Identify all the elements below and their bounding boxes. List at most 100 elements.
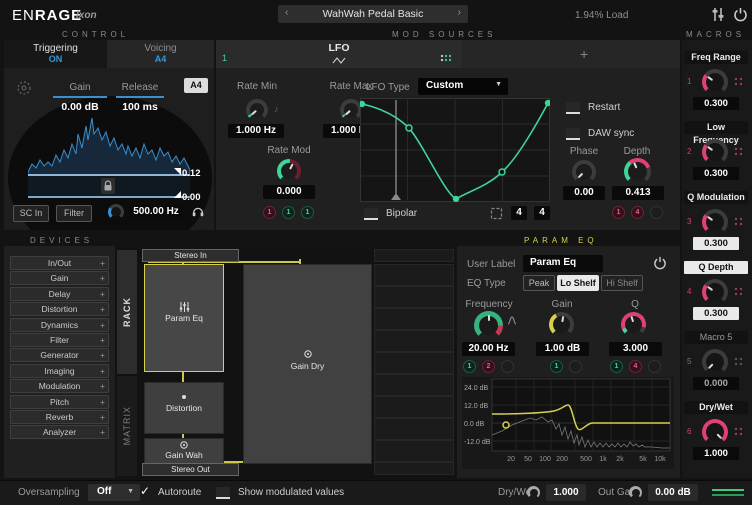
macro-1-assign-icon[interactable] — [734, 77, 743, 86]
preset-selector[interactable]: ‹ WahWah Pedal Basic › — [278, 5, 468, 23]
eq-gain-value[interactable]: 1.00 dB — [536, 342, 589, 356]
device-dynamics[interactable]: Dynamics+ — [10, 318, 109, 332]
rate-mod-badge-2[interactable]: 1 — [282, 206, 295, 219]
daw-sync-checkbox[interactable] — [566, 128, 580, 140]
release-slider[interactable] — [116, 96, 164, 98]
macro-3-value[interactable]: 0.300 — [693, 237, 739, 250]
footer-dry-wet-knob[interactable] — [527, 486, 540, 499]
phase-knob[interactable] — [572, 160, 596, 184]
range-low-line[interactable] — [28, 196, 190, 198]
macro-4-label[interactable]: Q Depth — [684, 261, 748, 274]
add-device-icon[interactable]: + — [100, 365, 105, 377]
depth-badge-2[interactable]: 4 — [631, 206, 644, 219]
device-distortion[interactable]: Distortion+ — [10, 302, 109, 316]
add-device-icon[interactable]: + — [100, 288, 105, 300]
macro-1-knob[interactable] — [702, 69, 728, 95]
frequency-badge-2[interactable]: 2 — [482, 360, 495, 373]
rate-max-knob[interactable] — [340, 99, 362, 121]
frequency-value[interactable]: 20.00 Hz — [462, 342, 515, 356]
rate-min-sync-icon[interactable]: ♪ — [274, 104, 279, 114]
power-icon[interactable] — [733, 7, 748, 22]
add-device-icon[interactable]: + — [100, 411, 105, 423]
preset-next-icon[interactable]: › — [458, 7, 461, 18]
eq-gain-badge-1[interactable]: 1 — [550, 360, 563, 373]
add-device-icon[interactable]: + — [100, 380, 105, 392]
device-modulation[interactable]: Modulation+ — [10, 379, 109, 393]
gain-slider[interactable] — [53, 96, 107, 98]
rack-grid-cell[interactable] — [374, 462, 454, 475]
lfo-curve-editor[interactable] — [360, 98, 550, 202]
tab-lfo[interactable]: 1 LFO — [216, 40, 462, 68]
rate-mod-badge-1[interactable]: 1 — [263, 206, 276, 219]
knob-settings-icon[interactable] — [16, 80, 32, 96]
eq-type-peak-button[interactable]: Peak — [523, 275, 555, 291]
param-eq-node[interactable]: Param Eq — [144, 264, 224, 372]
add-device-icon[interactable]: + — [100, 396, 105, 408]
distortion-node[interactable]: Distortion — [144, 382, 224, 434]
lfo-type-dropdown[interactable]: Custom ▼ — [418, 78, 508, 95]
add-device-icon[interactable]: + — [100, 349, 105, 361]
rack-grid-cell[interactable] — [374, 418, 454, 440]
rack-grid-cell[interactable] — [374, 264, 454, 286]
frequency-badge-1[interactable]: 1 — [463, 360, 476, 373]
macro-5-value[interactable]: 0.000 — [693, 377, 739, 390]
macro-6-knob[interactable] — [702, 419, 728, 445]
device-analyzer[interactable]: Analyzer+ — [10, 425, 109, 439]
note-button[interactable]: A4 — [184, 78, 208, 93]
device-in-out[interactable]: In/Out+ — [10, 256, 109, 270]
depth-badge-3[interactable] — [650, 206, 663, 219]
grid-y-value[interactable]: 4 — [534, 206, 550, 220]
out-gain-value[interactable]: 0.00 dB — [648, 484, 698, 501]
range-low-value[interactable]: 0.00 — [182, 192, 210, 203]
snap-grid-icon[interactable] — [490, 207, 503, 220]
lock-icon[interactable] — [101, 178, 115, 194]
autoroute-checkbox[interactable]: ✓ — [140, 484, 150, 498]
add-device-icon[interactable]: + — [100, 257, 105, 269]
q-badge-2[interactable]: 4 — [629, 360, 642, 373]
device-generator[interactable]: Generator+ — [10, 348, 109, 362]
device-pitch[interactable]: Pitch+ — [10, 395, 109, 409]
rack-grid-cell[interactable] — [374, 396, 454, 418]
device-delay[interactable]: Delay+ — [10, 287, 109, 301]
range-high-handle[interactable] — [174, 168, 181, 175]
macro-5-assign-icon[interactable] — [734, 357, 743, 366]
eq-gain-knob[interactable] — [549, 312, 574, 337]
macro-5-knob[interactable] — [702, 349, 728, 375]
macro-3-assign-icon[interactable] — [734, 217, 743, 226]
eq-type-hi-shelf-button[interactable]: Hi Shelf — [601, 275, 643, 291]
footer-dry-wet-value[interactable]: 1.000 — [546, 484, 586, 501]
oversampling-dropdown[interactable]: Off ▼ — [88, 484, 140, 501]
show-modulated-checkbox[interactable] — [216, 487, 230, 499]
filter-frequency-value[interactable]: 500.00 Hz — [130, 205, 182, 219]
macro-4-knob[interactable] — [702, 279, 728, 305]
depth-knob[interactable] — [624, 158, 651, 185]
sc-in-button[interactable]: SC In — [13, 205, 49, 222]
stereo-in-node[interactable]: Stereo In — [142, 249, 239, 262]
grid-x-value[interactable]: 4 — [511, 206, 527, 220]
out-gain-knob[interactable] — [629, 486, 642, 499]
macro-5-label[interactable]: Macro 5 — [684, 331, 748, 344]
depth-badge-1[interactable]: 1 — [612, 206, 625, 219]
tab-rack[interactable]: RACK — [117, 250, 137, 374]
device-gain[interactable]: Gain+ — [10, 271, 109, 285]
rack-grid-cell[interactable] — [374, 249, 454, 262]
rack-grid-cell[interactable] — [374, 308, 454, 330]
filter-button[interactable]: Filter — [56, 205, 92, 222]
macro-6-assign-icon[interactable] — [734, 427, 743, 436]
eq-response-graph[interactable]: 24.0 dB 12.0 dB 0.0 dB -12.0 dB 20 50 10… — [462, 377, 674, 473]
range-high-value[interactable]: 0.12 — [182, 168, 210, 179]
rate-min-knob[interactable] — [246, 99, 268, 121]
add-device-icon[interactable]: + — [100, 319, 105, 331]
rate-mod-value[interactable]: 0.000 — [263, 185, 315, 199]
gain-wah-node[interactable]: Gain Wah — [144, 438, 224, 464]
q-badge-1[interactable]: 1 — [610, 360, 623, 373]
device-filter[interactable]: Filter+ — [10, 333, 109, 347]
settings-faders-icon[interactable] — [710, 7, 726, 22]
eq-type-lo-shelf-button[interactable]: Lo Shelf — [557, 275, 599, 291]
preset-name[interactable]: WahWah Pedal Basic — [278, 8, 468, 20]
macro-1-value[interactable]: 0.300 — [693, 97, 739, 110]
q-badge-3[interactable] — [648, 360, 661, 373]
macro-2-knob[interactable] — [702, 139, 728, 165]
stereo-out-node[interactable]: Stereo Out — [142, 463, 239, 476]
bipolar-checkbox[interactable] — [364, 208, 378, 220]
